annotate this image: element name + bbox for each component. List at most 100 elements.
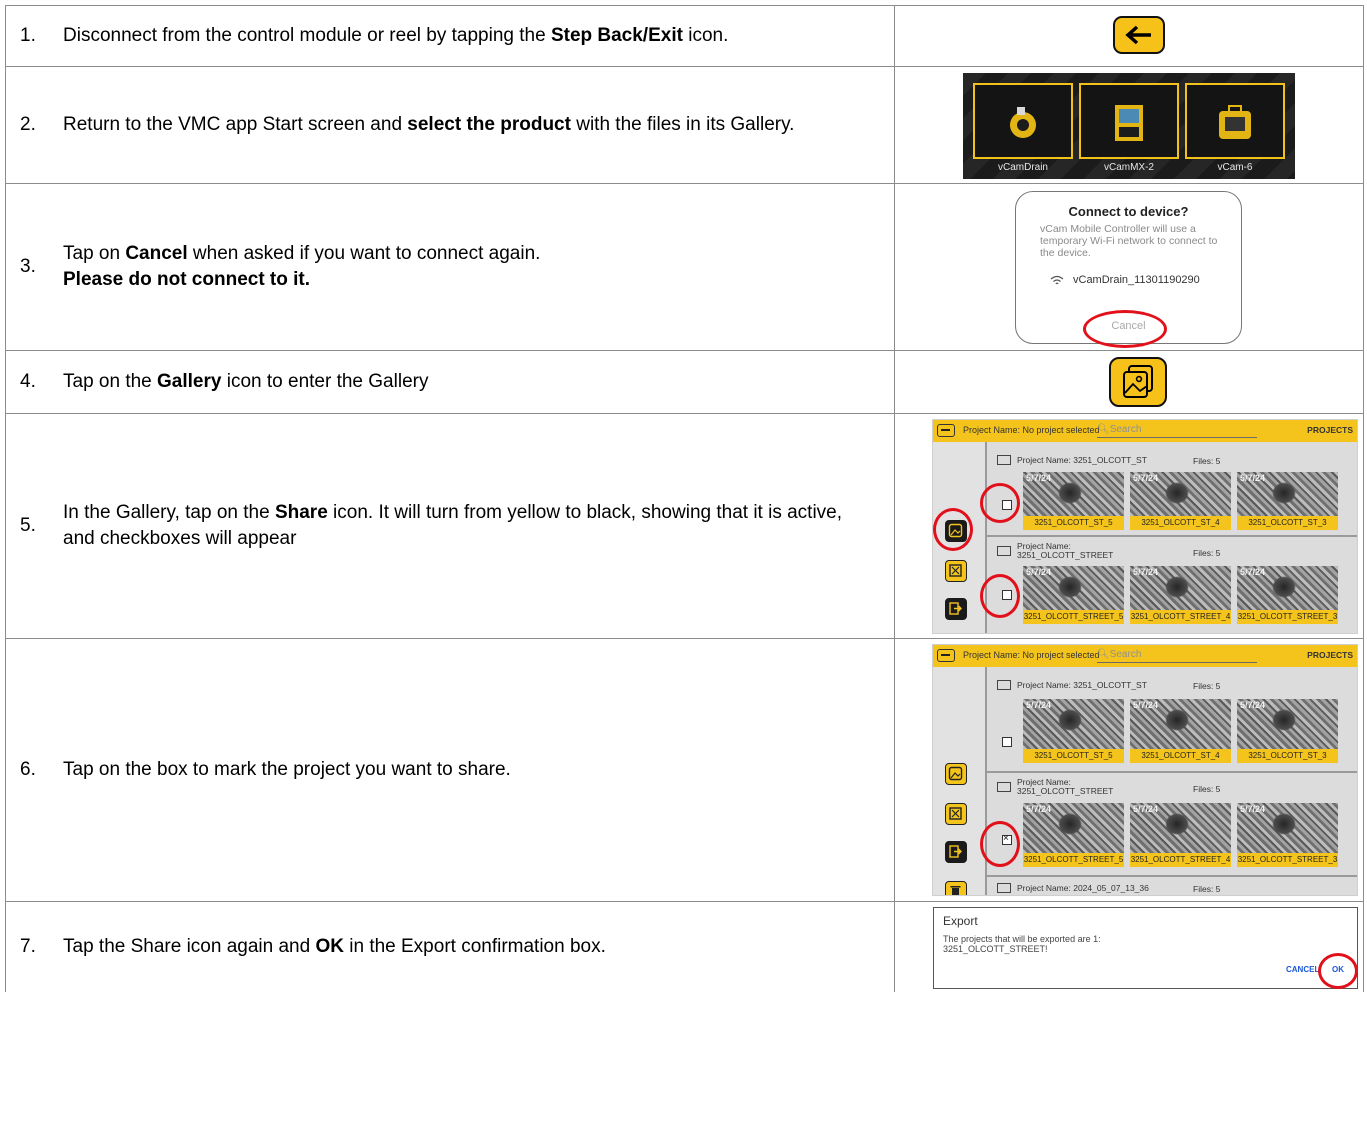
- step-row-6: 6. Tap on the box to mark the project yo…: [5, 638, 1364, 902]
- export-icon: [949, 845, 962, 858]
- steps-table: 1. Disconnect from the control module or…: [5, 5, 1364, 992]
- trash-icon: [950, 886, 961, 895]
- project-checkbox[interactable]: [1002, 737, 1012, 747]
- step-number: 6.: [20, 759, 36, 780]
- step-number: 7.: [20, 935, 36, 957]
- search-icon: 🔍︎: [1097, 424, 1110, 435]
- step-text: Return to the VMC app Start screen and s…: [63, 114, 795, 135]
- select-box-icon: [949, 807, 962, 820]
- step-number: 4.: [20, 371, 36, 392]
- connect-dialog: Connect to device? vCam Mobile Controlle…: [1015, 191, 1242, 348]
- dialog-title: Connect to device?: [1068, 204, 1189, 219]
- product-label: vCamMX-2: [1103, 162, 1154, 173]
- folder-icon: [997, 455, 1011, 465]
- product-label: vCamDrain: [997, 162, 1048, 173]
- product-tile-vcam6[interactable]: [1185, 83, 1285, 159]
- share-button[interactable]: [945, 763, 967, 785]
- step-number: 2.: [20, 114, 36, 135]
- dialog-body: The projects that will be exported are 1…: [943, 934, 1101, 954]
- select-box-icon: [949, 564, 962, 577]
- folder-icon: [997, 782, 1011, 792]
- export-button[interactable]: [945, 598, 967, 620]
- export-icon: [949, 602, 962, 615]
- reel-product-icon: [1010, 107, 1036, 138]
- thumbnail[interactable]: 5/7/24 3251_OLCOTT_ST_3: [1237, 472, 1338, 530]
- back-button[interactable]: [937, 649, 955, 662]
- step-back-exit-button[interactable]: [1113, 16, 1165, 54]
- thumbnail[interactable]: 5/7/24 3251_OLCOTT_STREET_3: [1237, 566, 1338, 624]
- projects-button[interactable]: PROJECTS: [1307, 425, 1353, 435]
- gallery-screen: Project Name: No project selected 🔍︎Sear…: [932, 419, 1358, 634]
- network-name: vCamDrain_11301190290: [1073, 274, 1200, 286]
- thumbnail[interactable]: 5/7/24 3251_OLCOTT_ST_3: [1237, 699, 1338, 763]
- gallery-screen: Project Name: No project selected 🔍︎Sear…: [932, 644, 1358, 896]
- step-text: Disconnect from the control module or re…: [63, 25, 729, 46]
- delete-select-button[interactable]: [945, 560, 967, 582]
- step-number: 1.: [20, 25, 36, 46]
- highlight-circle: [980, 574, 1020, 618]
- dialog-title: Export: [943, 914, 978, 928]
- export-dialog: Export The projects that will be exporte…: [933, 907, 1358, 989]
- step-illustration: [895, 351, 1363, 413]
- thumbnail[interactable]: 5/7/24 3251_OLCOTT_STREET_3: [1237, 803, 1338, 867]
- step-number: 5.: [20, 515, 36, 536]
- search-input[interactable]: 🔍︎Search: [1097, 424, 1141, 435]
- thumbnail[interactable]: 5/7/24 3251_OLCOTT_STREET_4: [1130, 803, 1231, 867]
- back-button[interactable]: [937, 424, 955, 437]
- files-count: Files: 5: [1193, 681, 1221, 691]
- projects-button[interactable]: PROJECTS: [1307, 650, 1353, 660]
- step-illustration: Project Name: No project selected 🔍︎Sear…: [895, 414, 1363, 638]
- highlight-circle: [980, 483, 1020, 523]
- thumbnail[interactable]: 5/7/24 3251_OLCOTT_ST_4: [1130, 699, 1231, 763]
- thumbnail[interactable]: 5/7/24 3251_OLCOTT_ST_4: [1130, 472, 1231, 530]
- step-text: In the Gallery, tap on the Share icon. I…: [63, 502, 843, 549]
- step-illustration: Export The projects that will be exporte…: [895, 902, 1363, 992]
- product-label: vCam-6: [1217, 162, 1253, 173]
- step-text: Tap on Cancel when asked if you want to …: [63, 243, 541, 290]
- step-row-7: 7. Tap the Share icon again and OK in th…: [5, 901, 1364, 992]
- project-title: Project Name: 3251_OLCOTT_ST: [1017, 680, 1147, 690]
- folder-icon: [997, 546, 1011, 556]
- wifi-icon: [1050, 275, 1064, 284]
- gallery-button[interactable]: [1109, 357, 1167, 407]
- highlight-circle: [933, 508, 973, 551]
- folder-icon: [997, 883, 1011, 893]
- folder-icon: [997, 680, 1011, 690]
- project-title: Project Name: 3251_OLCOTT_ST: [1017, 455, 1147, 465]
- delete-select-button[interactable]: [945, 803, 967, 825]
- step-illustration: [895, 6, 1363, 66]
- step-text: Tap on the box to mark the project you w…: [63, 759, 511, 780]
- step-row-4: 4. Tap on the Gallery icon to enter the …: [5, 350, 1364, 414]
- highlight-circle: [1083, 310, 1167, 348]
- files-count: Files: 5: [1193, 456, 1221, 466]
- export-button[interactable]: [945, 841, 967, 863]
- files-count: Files: 5: [1193, 884, 1221, 894]
- files-count: Files: 5: [1193, 548, 1221, 558]
- arrow-left-icon: [1125, 25, 1151, 45]
- files-count: Files: 5: [1193, 784, 1221, 794]
- project-title: Project Name: 3251_OLCOTT_STREET: [1017, 777, 1114, 796]
- thumbnail[interactable]: 5/7/24 3251_OLCOTT_ST_5: [1023, 699, 1124, 763]
- thumbnail[interactable]: 5/7/24 3251_OLCOTT_ST_5: [1023, 472, 1124, 530]
- step-illustration: Project Name: No project selected 🔍︎Sear…: [895, 639, 1363, 901]
- monitor-product-icon: [1115, 105, 1143, 141]
- step-row-5: 5. In the Gallery, tap on the Share icon…: [5, 413, 1364, 639]
- thumbnail[interactable]: 5/7/24 3251_OLCOTT_STREET_5: [1023, 566, 1124, 624]
- highlight-circle: [1318, 953, 1358, 989]
- product-tile-vcamdrain[interactable]: [973, 83, 1073, 159]
- thumbnail[interactable]: 5/7/24 3251_OLCOTT_STREET_5: [1023, 803, 1124, 867]
- step-row-2: 2. Return to the VMC app Start screen an…: [5, 66, 1364, 184]
- product-selection-screen: vCamDrain vCamMX-2 vCam-6: [963, 73, 1295, 179]
- step-row-1: 1. Disconnect from the control module or…: [5, 5, 1364, 67]
- instruction-document: 1. Disconnect from the control module or…: [0, 0, 1367, 1123]
- product-tile-vcammx2[interactable]: [1079, 83, 1179, 159]
- share-icon: [948, 766, 963, 781]
- wifi-network-item[interactable]: vCamDrain_11301190290: [1050, 274, 1200, 286]
- project-title: Project Name: 2024_05_07_13_36: [1017, 883, 1149, 893]
- search-icon: 🔍︎: [1097, 649, 1110, 660]
- trash-button[interactable]: [945, 881, 967, 895]
- cancel-button[interactable]: CANCEL: [1286, 965, 1319, 974]
- thumbnail[interactable]: 5/7/24 3251_OLCOTT_STREET_4: [1130, 566, 1231, 624]
- step-number: 3.: [20, 256, 36, 277]
- search-input[interactable]: 🔍︎Search: [1097, 649, 1141, 660]
